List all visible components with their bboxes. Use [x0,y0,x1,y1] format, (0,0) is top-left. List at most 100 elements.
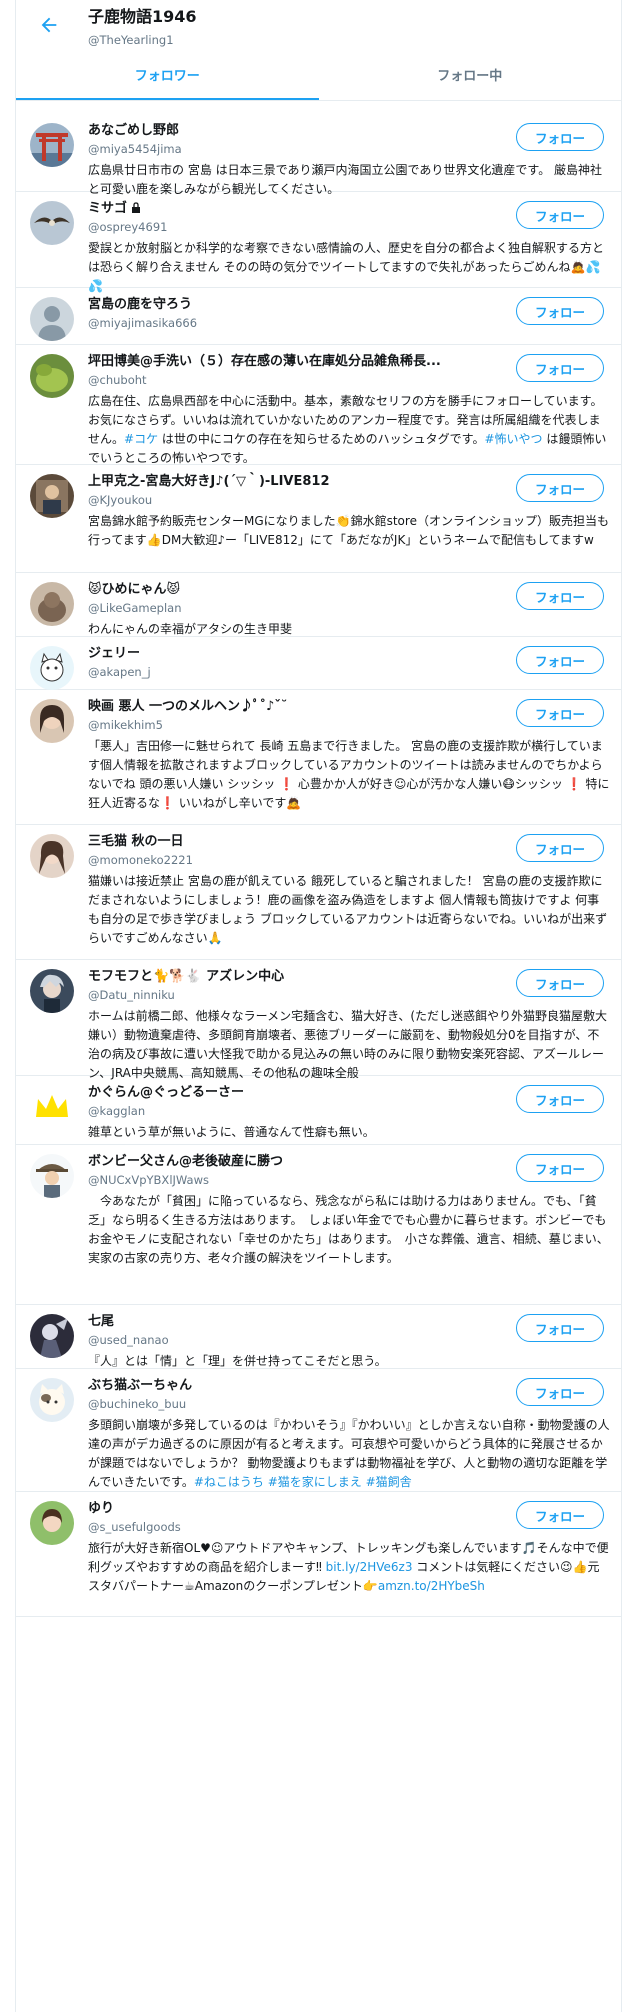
user-row[interactable]: ゆり @s_usefulgoods フォロー 旅行が大好き新宿OL♥☺アウトドアやキャ… [16,1491,621,1617]
user-bio: 「悪人」吉田修一に魅せられて 長崎 五島まで行きました。 宮島の鹿の支援詐欺が横… [88,739,610,810]
user-bio: 広島在住、広島県西部を中心に活動中。基本，素敵なセリフの方を勝手にフォローしてい… [88,394,607,465]
user-name[interactable]: ジェリー [88,644,498,664]
user-meta: 坪田博美@手洗い（５）存在感の薄い在庫処分品雑魚稀長... @chuboht [88,352,498,388]
user-handle: @kagglan [88,1104,146,1118]
follow-button[interactable]: フォロー [516,201,604,229]
user-handle: @mikekhim5 [88,718,163,732]
user-row[interactable]: 七尾 @used_nanao フォロー 『人』とは「情」と「理」を併せ持ってこそだと思… [16,1304,621,1369]
user-handle: @used_nanao [88,1333,169,1347]
user-row[interactable]: 😾ひめにゃん😾 @LikeGameplan フォロー わんにゃんの幸福がアタシの生き甲… [16,572,621,637]
follow-button[interactable]: フォロー [516,646,604,674]
user-name[interactable]: 上甲克之-宮島大好きJ♪(´▽｀)-LIVE812 [88,472,498,492]
follow-button[interactable]: フォロー [516,1154,604,1182]
user-meta: あなごめし野郎 @miya5454jima [88,121,498,157]
user-name[interactable]: 😾ひめにゃん😾 [88,580,498,600]
user-row[interactable]: あなごめし野郎 @miya5454jima フォロー 広島県廿日市市の 宮島 は日本三… [16,113,621,196]
user-row[interactable]: ボンビー父さん@老後破産に勝つ @NUCxVpYBXlJWaws フォロー 今あなた… [16,1144,621,1305]
follow-button[interactable]: フォロー [516,1501,604,1529]
page-handle: @TheYearling1 [88,33,174,47]
user-handle: @osprey4691 [88,220,168,234]
user-row[interactable]: モフモフと🐈🐕🐇 アズレン中心 @Datu_ninniku フォロー ホームは前橋二郎… [16,959,621,1080]
user-name[interactable]: 三毛猫 秋の一日 [88,832,498,852]
follow-button[interactable]: フォロー [516,969,604,997]
user-name[interactable]: 宮島の鹿を守ろう [88,295,498,315]
user-meta: ゆり @s_usefulgoods [88,1499,498,1535]
avatar[interactable] [30,123,74,167]
user-row[interactable]: 上甲克之-宮島大好きJ♪(´▽｀)-LIVE812 @KJyoukou フォロー 宮島… [16,464,621,573]
user-name[interactable]: かぐらん@ぐっどるーさー [88,1083,498,1103]
user-row[interactable]: ジェリー @akapen_j フォロー [16,636,621,690]
avatar[interactable] [30,354,74,398]
user-name[interactable]: ミサゴ [88,199,498,219]
follow-button[interactable]: フォロー [516,474,604,502]
user-handle: @LikeGameplan [88,601,182,615]
page-title: 子鹿物語1946 [88,7,197,26]
avatar[interactable] [30,969,74,1013]
user-name[interactable]: 映画 悪人 一つのメルヘン♪ﾟ˚♪ˇ˘ [88,697,498,717]
user-meta: 宮島の鹿を守ろう @miyajimasika666 [88,295,498,331]
tab-bar: フォロワー フォロー中 [16,56,621,101]
user-meta: ぶち猫ぶーちゃん @buchineko_buu [88,1376,498,1412]
user-row[interactable]: 三毛猫 秋の一日 @momoneko2221 フォロー猫嫌いは接近禁止 宮島の鹿が飢… [16,824,621,960]
avatar[interactable] [30,1378,74,1422]
follow-button[interactable]: フォロー [516,297,604,325]
user-handle: @momoneko2221 [88,853,193,867]
user-row[interactable]: 映画 悪人 一つのメルヘン♪ﾟ˚♪ˇ˘ @mikekhim5 フォロー「悪人」吉田修… [16,689,621,825]
back-arrow-icon[interactable] [38,14,60,36]
tab-following[interactable]: フォロー中 [319,56,622,100]
user-meta: 上甲克之-宮島大好きJ♪(´▽｀)-LIVE812 @KJyoukou [88,472,498,508]
follow-button[interactable]: フォロー [516,699,604,727]
follow-button[interactable]: フォロー [516,123,604,151]
user-handle: @buchineko_buu [88,1397,187,1411]
follow-button[interactable]: フォロー [516,1378,604,1406]
avatar[interactable] [30,834,74,878]
user-bio: 多頭飼い崩壊が多発しているのは『かわいそう』『かわいい』としか言えない自称・動物… [88,1418,610,1489]
user-bio: 雑草という草が無いように、普通なんて性癖も無い。 [88,1125,375,1139]
avatar[interactable] [30,1314,74,1358]
follow-button[interactable]: フォロー [516,1314,604,1342]
user-row[interactable]: 宮島の鹿を守ろう @miyajimasika666 フォロー [16,287,621,345]
followers-page: 子鹿物語1946 @TheYearling1 フォロワー フォロー中 あなごめし… [15,0,622,2012]
user-bio: 今あなたが「貧困」に陥っているなら、残念ながら私には助ける力はありません。でも、… [88,1194,609,1265]
user-row[interactable]: ミサゴ @osprey4691 フォロー 愛誤とか放射脳とか科学的な考察できない感情論… [16,191,621,293]
user-name[interactable]: ボンビー父さん@老後破産に勝つ [88,1152,498,1172]
user-handle: @miya5454jima [88,142,182,156]
user-handle: @KJyoukou [88,493,153,507]
user-meta: ボンビー父さん@老後破産に勝つ @NUCxVpYBXlJWaws [88,1152,498,1188]
user-row[interactable]: 坪田博美@手洗い（５）存在感の薄い在庫処分品雑魚稀長... @chuboht フォロ… [16,344,621,465]
user-meta: 映画 悪人 一つのメルヘン♪ﾟ˚♪ˇ˘ @mikekhim5 [88,697,498,733]
user-meta: 七尾 @used_nanao [88,1312,498,1348]
follow-button[interactable]: フォロー [516,1085,604,1113]
avatar[interactable] [30,201,74,245]
user-name[interactable]: ぶち猫ぶーちゃん [88,1376,498,1396]
avatar[interactable] [30,699,74,743]
user-name[interactable]: 坪田博美@手洗い（５）存在感の薄い在庫処分品雑魚稀長... [88,352,498,372]
user-name[interactable]: 七尾 [88,1312,498,1332]
avatar[interactable] [30,1154,74,1198]
follow-button[interactable]: フォロー [516,354,604,382]
user-handle: @NUCxVpYBXlJWaws [88,1173,209,1187]
follow-button[interactable]: フォロー [516,582,604,610]
avatar[interactable] [30,297,74,341]
avatar[interactable] [30,1501,74,1545]
user-row[interactable]: ぶち猫ぶーちゃん @buchineko_buu フォロー多頭飼い崩壊が多発しているの… [16,1368,621,1492]
follow-button[interactable]: フォロー [516,834,604,862]
avatar[interactable] [30,474,74,518]
user-meta: ミサゴ @osprey4691 [88,199,498,235]
avatar[interactable] [30,646,74,690]
user-meta: ジェリー @akapen_j [88,644,498,680]
user-name[interactable]: あなごめし野郎 [88,121,498,141]
user-bio: 猫嫌いは接近禁止 宮島の鹿が飢えている 餓死していると騙されました！ 宮島の鹿の… [88,874,608,945]
user-row[interactable]: かぐらん@ぐっどるーさー @kagglan フォロー雑草という草が無いように、普通な… [16,1075,621,1145]
avatar[interactable] [30,582,74,626]
lock-icon [132,202,141,213]
user-meta: 😾ひめにゃん😾 @LikeGameplan [88,580,498,616]
tab-followers[interactable]: フォロワー [16,56,319,100]
user-handle: @akapen_j [88,665,151,679]
user-name[interactable]: ゆり [88,1499,498,1519]
user-meta: モフモフと🐈🐕🐇 アズレン中心 @Datu_ninniku [88,967,498,1003]
user-name[interactable]: モフモフと🐈🐕🐇 アズレン中心 [88,967,498,987]
user-handle: @chuboht [88,373,147,387]
avatar[interactable] [30,1085,74,1129]
user-handle: @miyajimasika666 [88,316,198,330]
